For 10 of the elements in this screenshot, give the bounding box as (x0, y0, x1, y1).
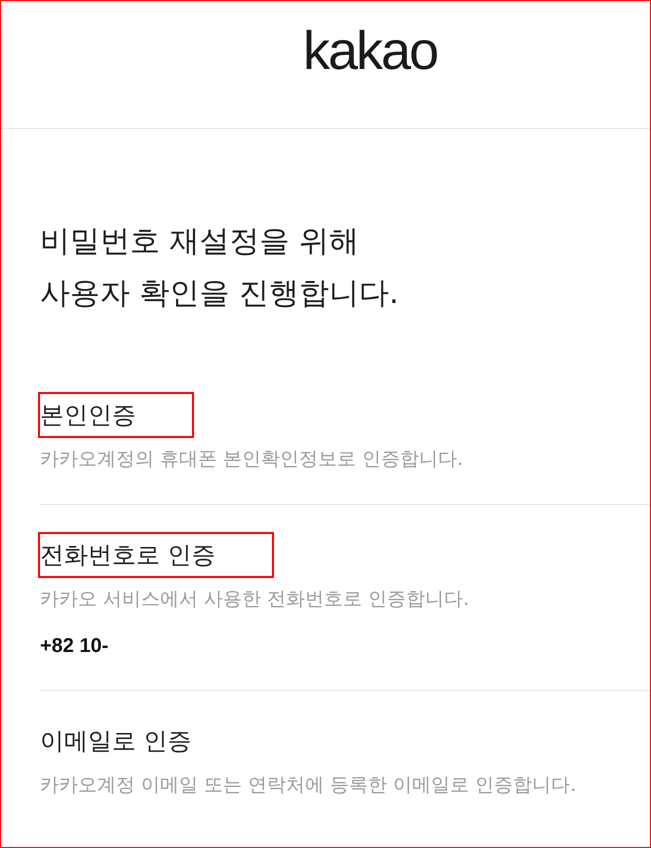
verification-option-description: 카카오계정 이메일 또는 연락처에 등록한 이메일로 인증합니다. (40, 773, 576, 798)
page-heading: 비밀번호 재설정을 위해 (40, 223, 360, 261)
page-heading: 사용자 확인을 진행합니다. (40, 275, 399, 313)
kakao-logo: kakao (303, 21, 438, 81)
verification-option-title[interactable]: 본인인증 (38, 392, 194, 438)
verification-option-description: 카카오 서비스에서 사용한 전화번호로 인증합니다. (40, 587, 470, 612)
verification-option-title[interactable]: 이메일로 인증 (38, 718, 194, 764)
phone-number: +82 10- (40, 634, 108, 658)
verification-option-description: 카카오계정의 휴대폰 본인확인정보로 인증합니다. (40, 447, 464, 472)
verification-option-title[interactable]: 전화번호로 인증 (38, 532, 274, 578)
